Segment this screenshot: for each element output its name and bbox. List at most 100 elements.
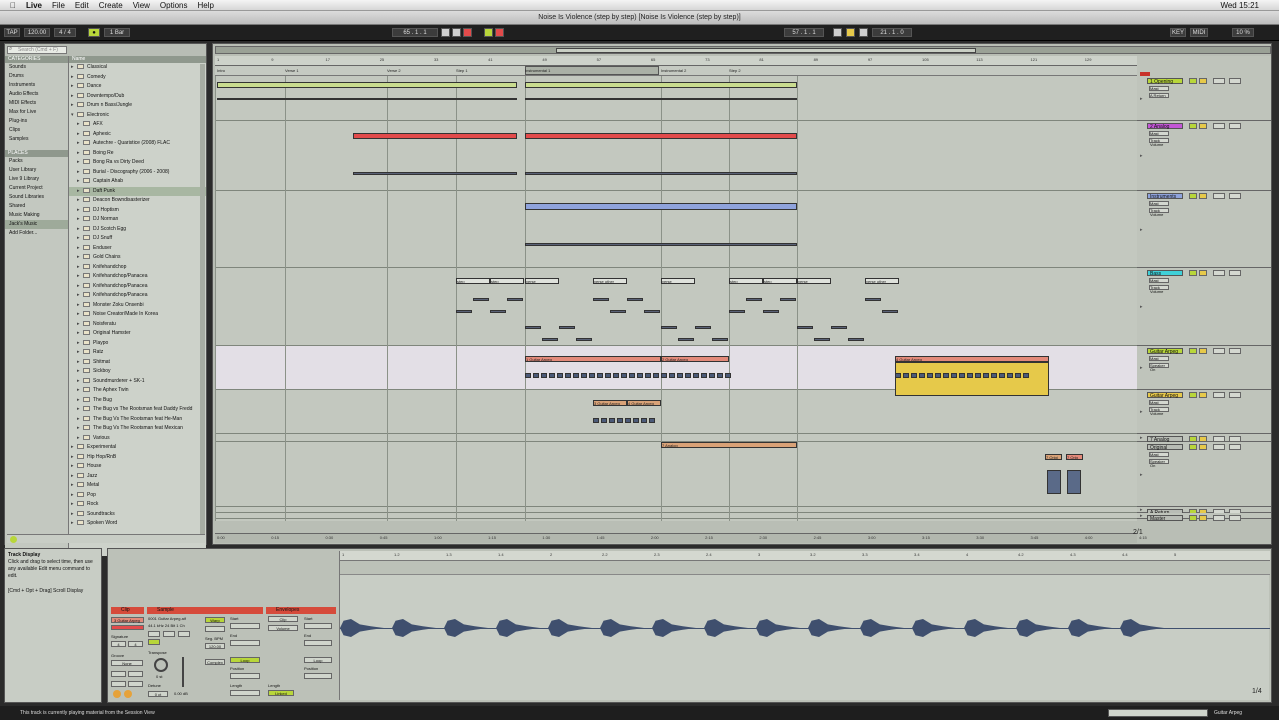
track-name[interactable]: Guitar Arpeg: [1147, 392, 1183, 399]
folder-row[interactable]: ▸ Daft Punk: [69, 186, 206, 196]
track-header[interactable]: ▸ Original Mast Speaker On: [1137, 442, 1271, 507]
menu-view[interactable]: View: [133, 1, 150, 10]
env-end-field[interactable]: [304, 640, 332, 646]
clip-name-field[interactable]: 3 Guitar Arpeg: [111, 617, 144, 623]
folder-row[interactable]: ▸ Dance: [69, 82, 206, 92]
folder-row[interactable]: ▸ Bong Ra vs Dirty Deed: [69, 158, 206, 168]
apple-icon[interactable]: : [10, 1, 16, 10]
sig-denominator[interactable]: 4: [128, 641, 143, 647]
browser-scrollbar[interactable]: [200, 64, 205, 534]
track-name[interactable]: Original: [1147, 444, 1183, 451]
position-field[interactable]: [230, 673, 260, 679]
preview-bar[interactable]: [7, 534, 205, 543]
folder-row[interactable]: ▸ Deacon Bowndisasterizer: [69, 196, 206, 206]
folder-row[interactable]: ▸ Knifehandchop/Panacea: [69, 291, 206, 301]
folder-row[interactable]: ▸ Enduser: [69, 244, 206, 254]
solo-button[interactable]: [1199, 123, 1207, 129]
solo-button[interactable]: [1199, 270, 1207, 276]
arm-button[interactable]: [495, 28, 504, 37]
record-button[interactable]: [463, 28, 472, 37]
track-activator[interactable]: [1189, 348, 1197, 354]
quantize-menu[interactable]: 1 Bar: [104, 28, 130, 37]
folder-row[interactable]: ▸ Downtempo/Dub: [69, 92, 206, 102]
pan-field[interactable]: [1229, 348, 1241, 354]
menu-help[interactable]: Help: [198, 1, 214, 10]
locator-marker[interactable]: Step 2: [729, 68, 741, 73]
play-button[interactable]: [441, 28, 450, 37]
track-activator[interactable]: [1189, 392, 1197, 398]
solo-button[interactable]: [1199, 193, 1207, 199]
clip-button-3[interactable]: [111, 681, 126, 687]
fold-arrow-icon[interactable]: ▸: [1140, 153, 1143, 159]
track-header[interactable]: ▸ Guitar Arpeg Mast Speaker On: [1137, 346, 1271, 390]
locator-marker[interactable]: Verse 2: [387, 68, 401, 73]
envelope-control-select[interactable]: Volume: [268, 625, 298, 631]
folder-row[interactable]: ▸ Hip Hop/RnB: [69, 453, 206, 463]
loop-region-bar[interactable]: [340, 561, 1270, 575]
place-item[interactable]: Music Making: [5, 211, 68, 220]
overdub-button[interactable]: [484, 28, 493, 37]
locator-marker[interactable]: Instrumental 1: [525, 68, 550, 73]
follow-action-icon[interactable]: [124, 690, 132, 698]
menu-file[interactable]: File: [52, 1, 65, 10]
track-header[interactable]: ▸ Guitar Arpeg Mast Track Volume: [1137, 390, 1271, 434]
input-routing[interactable]: Mast: [1149, 278, 1169, 283]
folder-row[interactable]: ▸ Experimental: [69, 443, 206, 453]
automation-chooser[interactable]: A Return: [1149, 93, 1169, 98]
clip-button-1[interactable]: [111, 671, 126, 677]
input-routing[interactable]: Mast: [1149, 400, 1169, 405]
hiq-button[interactable]: [148, 639, 160, 645]
folder-row[interactable]: ▸ Ratz: [69, 348, 206, 358]
folder-row[interactable]: ▸ Soundtracks: [69, 510, 206, 520]
name-column-header[interactable]: Name: [69, 56, 206, 63]
pan-field[interactable]: [1229, 78, 1241, 84]
folder-row[interactable]: ▸ Various: [69, 434, 206, 444]
folder-row[interactable]: ▸ Captain Ahab: [69, 177, 206, 187]
locator-marker[interactable]: Verse 1: [285, 68, 299, 73]
launch-mode-icon[interactable]: [113, 690, 121, 698]
folder-row[interactable]: ▾ Electronic: [69, 111, 206, 121]
track-activator[interactable]: [1189, 270, 1197, 276]
folder-row[interactable]: ▸ Gold Chains: [69, 253, 206, 263]
folder-row[interactable]: ▸ AFX: [69, 120, 206, 130]
folder-row[interactable]: ▸ Sickboy: [69, 367, 206, 377]
env-start-field[interactable]: [304, 623, 332, 629]
folder-row[interactable]: ▸ Original Hamster: [69, 329, 206, 339]
folder-row[interactable]: ▸ Drum n Bass/Jungle: [69, 101, 206, 111]
folder-row[interactable]: ▸ Playpo: [69, 339, 206, 349]
folder-row[interactable]: ▸ Comedy: [69, 73, 206, 83]
arm-button[interactable]: [1213, 515, 1225, 521]
folder-row[interactable]: ▸ Pop: [69, 491, 206, 501]
clip-button-2[interactable]: [128, 671, 143, 677]
automation-chooser[interactable]: Track Volume: [1149, 208, 1169, 217]
folder-row[interactable]: ▸ Burial - Discography (2006 - 2008): [69, 168, 206, 178]
place-item[interactable]: Sound Libraries: [5, 193, 68, 202]
folder-row[interactable]: ▸ DJ Scotch Egg: [69, 225, 206, 235]
edit-button[interactable]: [148, 631, 160, 637]
place-item[interactable]: Current Project: [5, 184, 68, 193]
locator-lane[interactable]: Intro Verse 1 Verse 2 Step 1 Instrumental 1 I…: [215, 66, 1137, 76]
solo-button[interactable]: [1199, 444, 1207, 450]
folder-row[interactable]: ▸ Knifehandchop/Panacea: [69, 282, 206, 292]
track-header[interactable]: ▸ Bass Mast Track Volume: [1137, 268, 1271, 346]
loop-toggle[interactable]: Loop: [230, 657, 260, 663]
folder-row[interactable]: ▸ Aphexic: [69, 130, 206, 140]
midi-map-button[interactable]: MIDI: [1190, 28, 1208, 37]
clip-overview[interactable]: [1108, 709, 1208, 717]
folder-row[interactable]: ▸ Classical: [69, 63, 206, 73]
fold-arrow-icon[interactable]: ▸: [1140, 409, 1143, 415]
song-position[interactable]: 65 . 1 . 1: [392, 28, 438, 37]
folder-row[interactable]: ▸ Knifehandchop: [69, 263, 206, 273]
track-name[interactable]: Guitar Arpeg: [1147, 348, 1183, 355]
place-item[interactable]: Packs: [5, 157, 68, 166]
env-loop-toggle[interactable]: Loop: [304, 657, 332, 663]
category-item[interactable]: Samples: [5, 135, 68, 144]
folder-row[interactable]: ▸ The Bug: [69, 396, 206, 406]
menu-app[interactable]: Live: [26, 1, 42, 10]
clip-button-4[interactable]: [128, 681, 143, 687]
track-name[interactable]: 1 Opening: [1147, 78, 1183, 85]
arm-button[interactable]: [1213, 78, 1225, 84]
menu-options[interactable]: Options: [160, 1, 188, 10]
arm-button[interactable]: [1213, 193, 1225, 199]
fold-arrow-icon[interactable]: ▸: [1140, 96, 1143, 102]
